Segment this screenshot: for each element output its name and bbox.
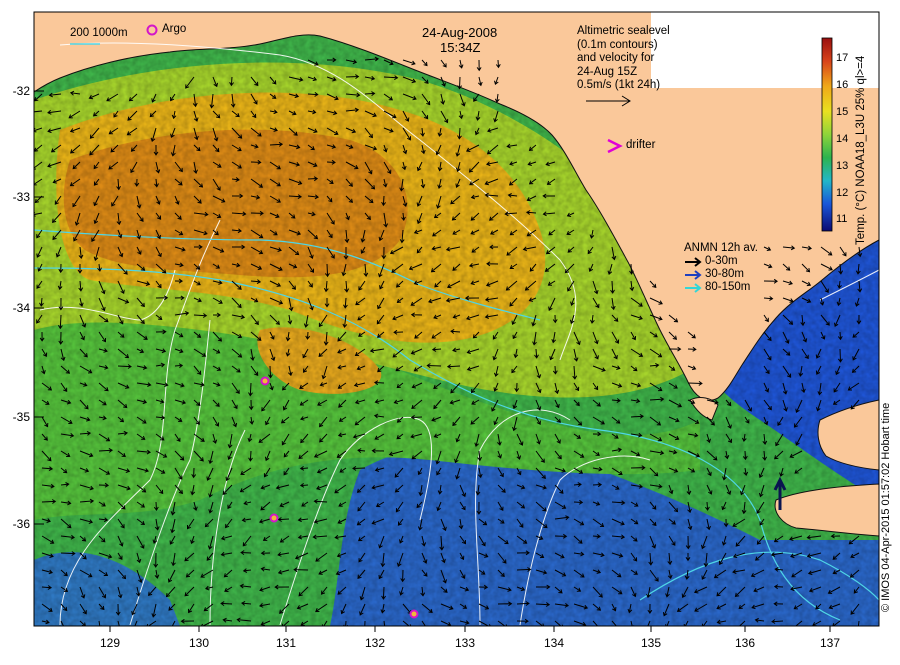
lon-tick: 136: [734, 636, 756, 650]
altimetry-note-line: 0.5m/s (1kt 24h): [577, 79, 661, 91]
colorbar-tick: 12: [836, 187, 849, 199]
lon-tick: 133: [454, 636, 476, 650]
lon-tick: 137: [819, 636, 841, 650]
argo-legend-label: Argo: [162, 23, 187, 35]
altimetry-note-line: 24-Aug 15Z: [577, 65, 638, 78]
arrow-icon: [685, 256, 702, 267]
lon-tick: 135: [640, 636, 662, 650]
map-time: 15:34Z: [440, 40, 481, 55]
drifter-label: drifter: [626, 139, 656, 151]
anmn-legend-label: 0-30m: [705, 255, 738, 267]
argo-float[interactable]: [260, 376, 270, 386]
lon-tick: 129: [99, 636, 121, 650]
lon-tick: 134: [543, 636, 565, 650]
sst-map: -32 -33 -34 -35 -36 129 130 131 132 133 …: [0, 0, 900, 660]
colorbar-tick: 15: [836, 106, 849, 118]
map-canvas: [33, 11, 880, 632]
colorbar-tick: 16: [836, 79, 849, 91]
depth-scale-label: 200 1000m: [70, 27, 128, 39]
colorbar-tick: 14: [836, 133, 849, 145]
credit-text: © IMOS 04-Apr-2015 01:57:02 Hobart time: [880, 402, 892, 612]
anmn-legend-row: 30-80m: [684, 268, 758, 281]
colorbar-tick: 11: [836, 213, 848, 225]
lat-tick: -35: [12, 410, 30, 424]
altimetry-note: Altimetric sealevel (0.1m contours) and …: [577, 25, 670, 93]
altimetry-note-line: Altimetric sealevel: [577, 25, 670, 37]
map-date: 24-Aug-2008: [422, 25, 498, 40]
colorbar-tick: 13: [836, 160, 849, 172]
lat-tick: -36: [12, 517, 30, 531]
lat-tick: -34: [12, 301, 30, 315]
arrow-icon: [685, 282, 702, 293]
anmn-legend: ANMN 12h av. 0-30m 30-80m 80-150m: [684, 242, 758, 294]
anmn-legend-label: 80-150m: [705, 281, 751, 293]
anmn-legend-row: 0-30m: [684, 255, 758, 268]
lon-tick: 132: [364, 636, 386, 650]
argo-float[interactable]: [409, 609, 419, 619]
anmn-legend-label: 30-80m: [705, 268, 744, 280]
altimetry-note-line: and velocity for: [577, 52, 655, 64]
argo-float[interactable]: [269, 513, 279, 523]
anmn-legend-title: ANMN 12h av.: [684, 242, 758, 254]
colorbar-tick: 17: [836, 52, 849, 64]
arrow-icon: [685, 269, 702, 280]
altimetry-box: [651, 12, 879, 88]
colorbar-label: Temp. (°C) NOAA18_L3U 25% ql>=4: [855, 55, 867, 245]
lon-tick: 130: [188, 636, 210, 650]
lon-tick: 131: [275, 636, 297, 650]
colorbar: [821, 37, 833, 232]
anmn-legend-row: 80-150m: [684, 281, 758, 294]
altimetry-note-line: (0.1m contours): [577, 38, 658, 51]
x-tick-marks: [109, 626, 831, 632]
lat-tick: -33: [12, 190, 30, 204]
lat-tick: -32: [12, 84, 30, 98]
